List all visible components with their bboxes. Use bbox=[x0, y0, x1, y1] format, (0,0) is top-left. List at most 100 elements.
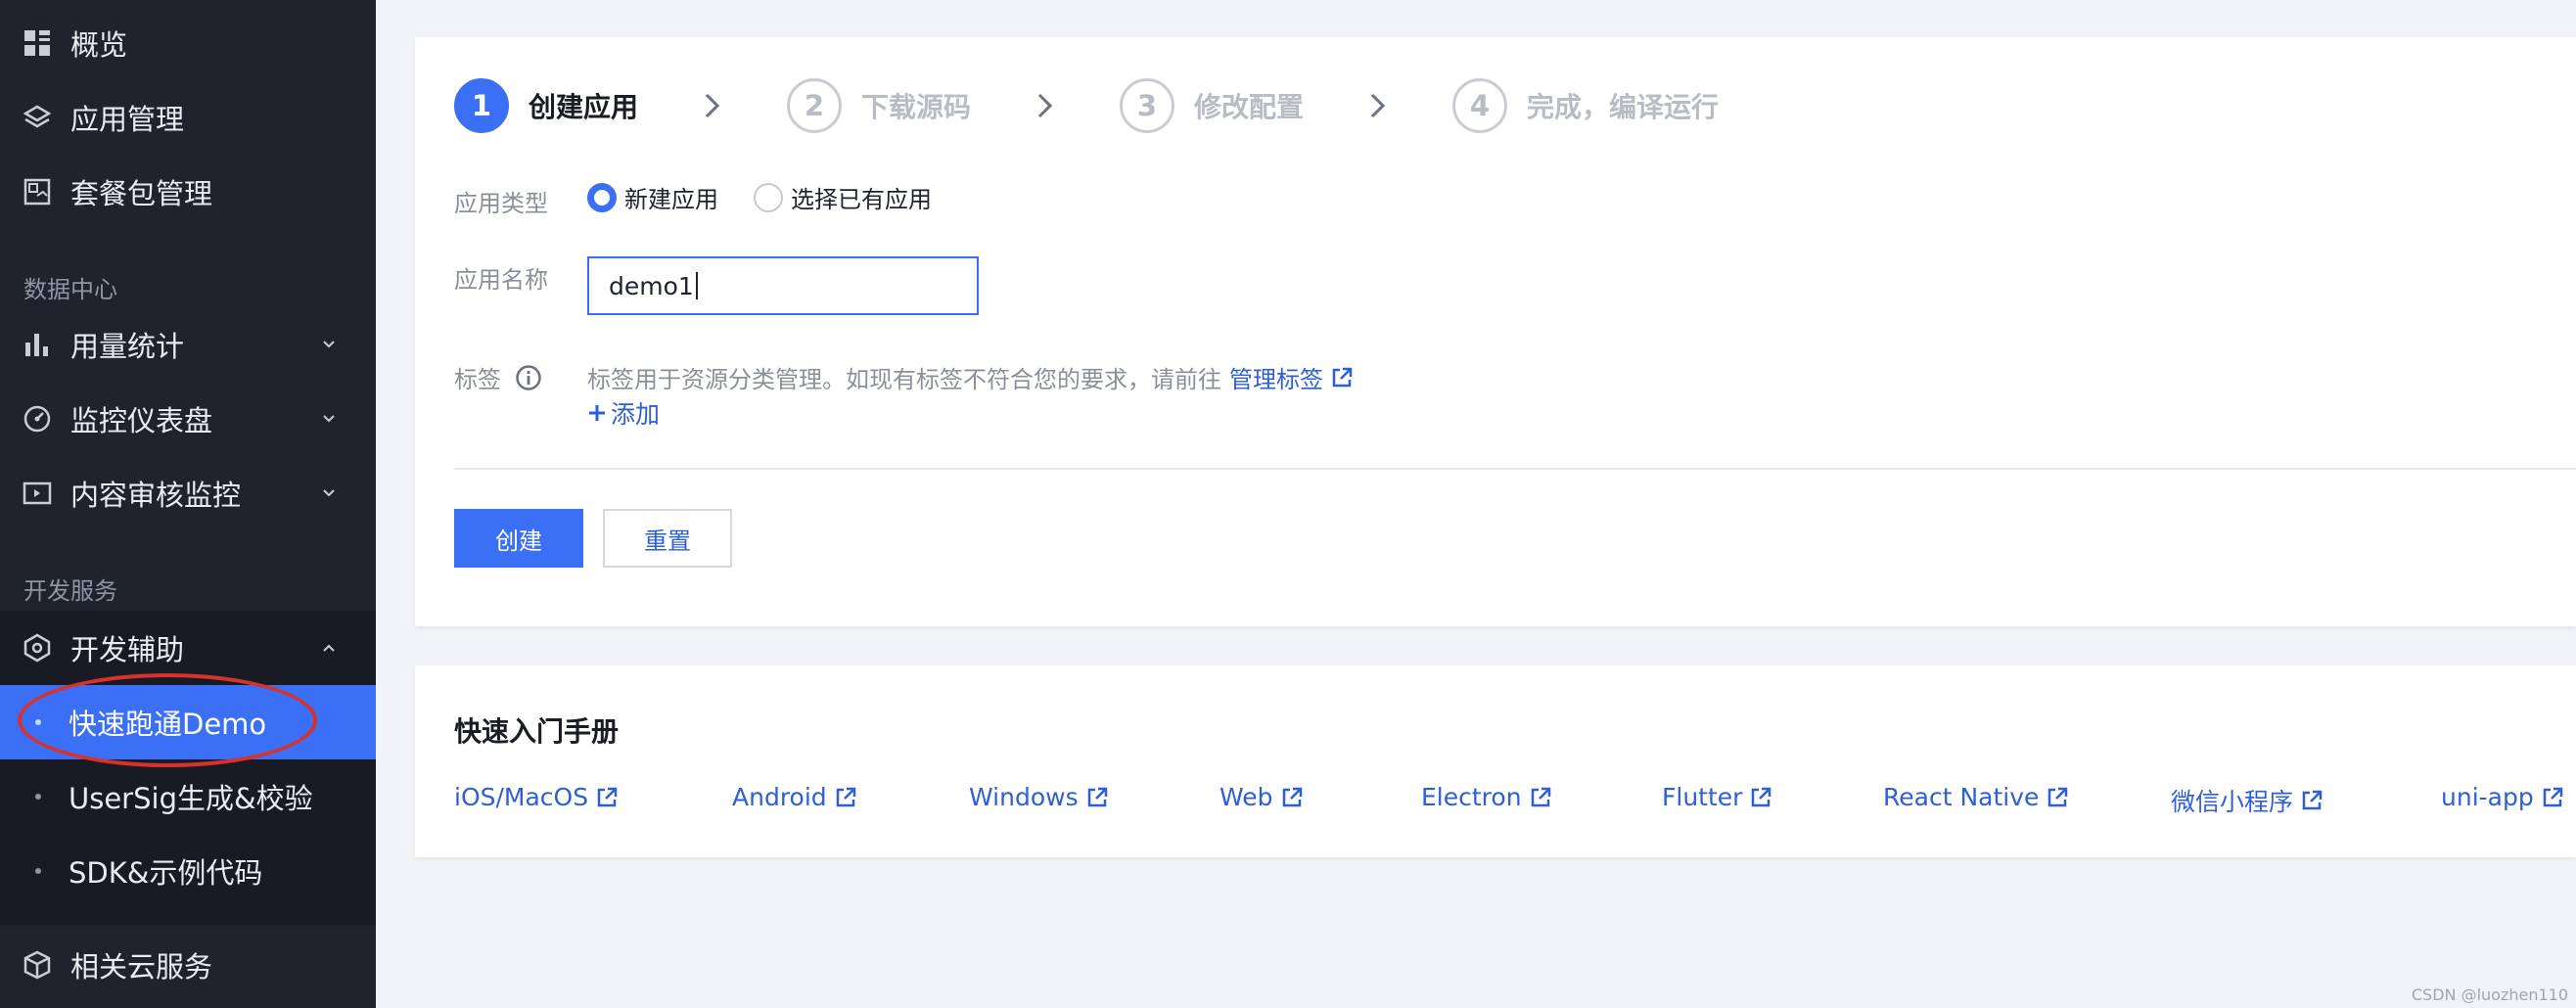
quickstart-link-android[interactable]: Android bbox=[732, 783, 856, 811]
chevron-up-icon bbox=[319, 638, 339, 658]
quickstart-link-electron[interactable]: Electron bbox=[1421, 783, 1551, 811]
package-icon bbox=[22, 176, 53, 207]
tag-hint-text: 标签用于资源分类管理。如现有标签不符合您的要求，请前往 bbox=[587, 366, 1221, 393]
quickstart-title: 快速入门手册 bbox=[454, 715, 620, 748]
sidebar-item-related-cloud[interactable]: 相关云服务 bbox=[0, 928, 376, 1002]
chevron-down-icon bbox=[319, 483, 339, 503]
add-tag-button[interactable]: 添加 bbox=[587, 395, 660, 431]
radio-circle bbox=[754, 182, 783, 212]
sidebar-item-label: 监控仪表盘 bbox=[70, 404, 213, 437]
monitor-icon bbox=[22, 478, 53, 509]
sidebar-item-label: 应用管理 bbox=[70, 103, 185, 136]
app-type-label: 应用类型 bbox=[454, 190, 548, 217]
info-icon[interactable] bbox=[515, 364, 542, 391]
chevron-down-icon bbox=[319, 409, 339, 429]
quickstart-link-windows[interactable]: Windows bbox=[969, 783, 1108, 811]
layers-icon bbox=[22, 102, 53, 133]
external-link-icon bbox=[2302, 790, 2323, 810]
sidebar-subitem-label: SDK&示例代码 bbox=[69, 856, 263, 890]
radio-new-app[interactable]: 新建应用 bbox=[587, 180, 718, 214]
sidebar-item-label: 相关云服务 bbox=[70, 950, 213, 984]
link-label: Web bbox=[1219, 783, 1273, 811]
radio-existing-app[interactable]: 选择已有应用 bbox=[754, 180, 932, 214]
step-label: 创建应用 bbox=[529, 91, 639, 123]
sidebar-item-label: 开发辅助 bbox=[70, 633, 185, 666]
cube-icon bbox=[22, 949, 53, 981]
link-label: Windows bbox=[969, 783, 1079, 811]
link-label: React Native bbox=[1883, 783, 2040, 811]
step-finish-build: 4 完成，编译运行 bbox=[1452, 78, 1719, 133]
step-number: 3 bbox=[1120, 78, 1174, 133]
sidebar-item-usage-stats[interactable]: 用量统计 bbox=[0, 307, 376, 382]
reset-button[interactable]: 重置 bbox=[603, 509, 732, 568]
manage-tags-link[interactable]: 管理标签 bbox=[1229, 360, 1323, 394]
step-number: 1 bbox=[454, 78, 509, 133]
tag-label-row: 标签 bbox=[454, 360, 542, 394]
app-name-value: demo1 bbox=[609, 271, 694, 300]
watermark: CSDN @luozhen110 bbox=[2411, 985, 2568, 1004]
step-label: 修改配置 bbox=[1194, 91, 1305, 123]
radio-label: 选择已有应用 bbox=[791, 186, 932, 213]
add-tag-label: 添加 bbox=[611, 400, 661, 429]
quickstart-link-wechat-miniprogram[interactable]: 微信小程序 bbox=[2171, 783, 2323, 818]
plus-icon bbox=[589, 405, 605, 421]
app-name-label: 应用名称 bbox=[454, 266, 548, 294]
quickstart-link-flutter[interactable]: Flutter bbox=[1662, 783, 1771, 811]
quickstart-link-uni-app[interactable]: uni-app bbox=[2441, 783, 2563, 811]
sidebar-item-overview[interactable]: 概览 bbox=[0, 6, 376, 80]
link-label: Android bbox=[732, 783, 827, 811]
create-app-card: 1 创建应用 2 下载源码 3 修改配置 4 完成，编译运行 应用类型 新建应用… bbox=[415, 37, 2576, 626]
link-label: iOS/MacOS bbox=[454, 783, 589, 811]
grid-icon bbox=[22, 27, 53, 59]
external-link-icon bbox=[1531, 787, 1550, 806]
hexagon-icon bbox=[22, 632, 53, 664]
link-label: Flutter bbox=[1662, 783, 1743, 811]
sidebar-subitem-usersig[interactable]: UserSig生成&校验 bbox=[0, 759, 376, 834]
bullet-dot bbox=[35, 868, 41, 874]
tag-label: 标签 bbox=[454, 366, 501, 393]
external-link-icon[interactable] bbox=[1331, 367, 1353, 389]
external-link-icon bbox=[836, 787, 855, 806]
create-button[interactable]: 创建 bbox=[454, 509, 583, 568]
quickstart-link-web[interactable]: Web bbox=[1219, 783, 1303, 811]
chevron-right-icon bbox=[705, 93, 720, 118]
sidebar-item-label: 套餐包管理 bbox=[70, 177, 213, 210]
quickstart-card: 快速入门手册 iOS/MacOS Android Windows Web Ele… bbox=[415, 665, 2576, 857]
quickstart-link-ios[interactable]: iOS/MacOS bbox=[454, 783, 618, 811]
step-number: 2 bbox=[787, 78, 842, 133]
app-name-input[interactable]: demo1 bbox=[587, 256, 979, 315]
step-download-source: 2 下载源码 bbox=[787, 78, 971, 133]
external-link-icon bbox=[2543, 787, 2562, 806]
chevron-down-icon bbox=[319, 335, 339, 354]
external-link-icon bbox=[1087, 787, 1107, 806]
divider bbox=[454, 468, 2576, 470]
sidebar-item-monitoring-dashboard[interactable]: 监控仪表盘 bbox=[0, 382, 376, 456]
sidebar-item-packages[interactable]: 套餐包管理 bbox=[0, 155, 376, 229]
quickstart-link-react-native[interactable]: React Native bbox=[1883, 783, 2068, 811]
external-link-icon bbox=[2048, 787, 2068, 806]
bullet-dot bbox=[35, 794, 41, 800]
step-number: 4 bbox=[1452, 78, 1507, 133]
external-link-icon bbox=[597, 787, 618, 806]
bar-chart-icon bbox=[22, 329, 53, 360]
sidebar-item-label: 概览 bbox=[70, 28, 128, 62]
text-cursor bbox=[695, 272, 698, 299]
radio-label: 新建应用 bbox=[624, 186, 718, 213]
link-label: Electron bbox=[1421, 783, 1522, 811]
step-modify-config: 3 修改配置 bbox=[1120, 78, 1304, 133]
sidebar-item-app-management[interactable]: 应用管理 bbox=[0, 80, 376, 155]
step-create-app: 1 创建应用 bbox=[454, 78, 638, 133]
tag-hint: 标签用于资源分类管理。如现有标签不符合您的要求，请前往 管理标签 bbox=[587, 360, 1353, 394]
chevron-right-icon bbox=[1370, 93, 1386, 118]
external-link-icon bbox=[1282, 787, 1302, 806]
sidebar-subitem-sdk-samples[interactable]: SDK&示例代码 bbox=[0, 834, 376, 908]
gauge-icon bbox=[22, 403, 53, 435]
section-title-data-center: 数据中心 bbox=[23, 276, 117, 303]
sidebar-item-content-review[interactable]: 内容审核监控 bbox=[0, 456, 376, 530]
section-title-dev-services: 开发服务 bbox=[23, 577, 117, 605]
link-label: 微信小程序 bbox=[2171, 788, 2294, 816]
sidebar-item-label: 用量统计 bbox=[70, 330, 185, 363]
chevron-right-icon bbox=[1037, 93, 1053, 118]
sidebar-subitem-label: UserSig生成&校验 bbox=[69, 782, 313, 815]
external-link-icon bbox=[1752, 787, 1771, 806]
